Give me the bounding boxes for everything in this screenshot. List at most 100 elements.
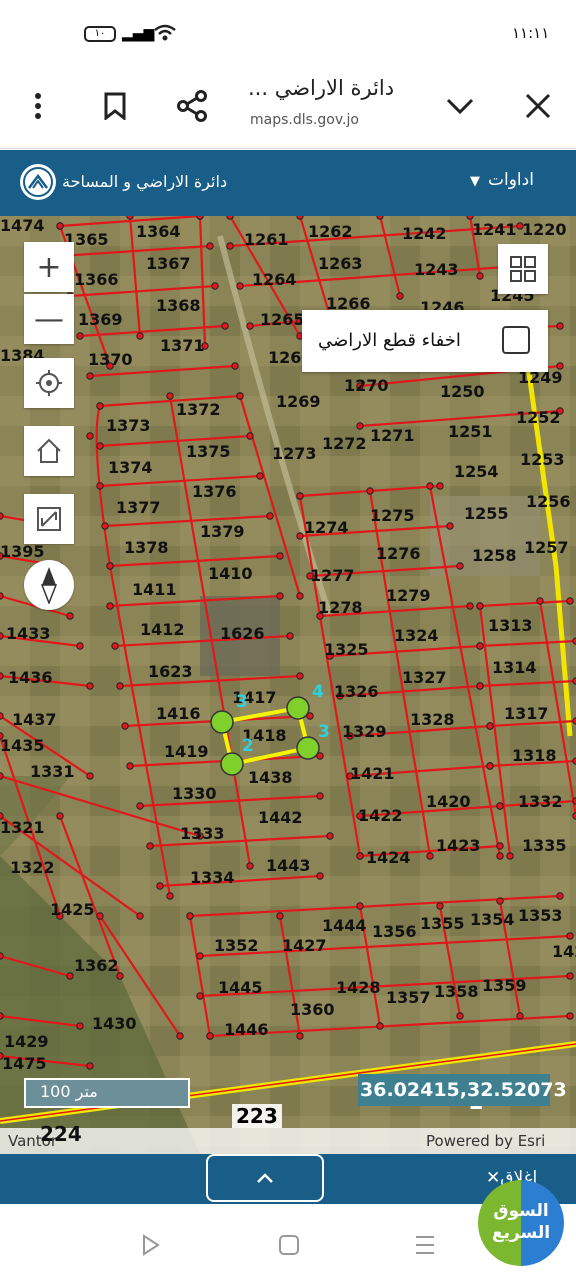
parcel-label[interactable]: 1360 [290, 1000, 335, 1019]
parcel-label[interactable]: 1357 [386, 988, 431, 1007]
parcel-label[interactable]: 1437 [12, 710, 57, 729]
parcel-label[interactable]: 1358 [434, 982, 479, 1001]
parcel-label[interactable]: 1354 [470, 910, 515, 929]
parcel-label[interactable]: 1366 [74, 270, 119, 289]
parcel-label[interactable]: 1334 [190, 868, 235, 887]
parcel-label[interactable]: 1368 [156, 296, 201, 315]
parcel-label[interactable]: 1442 [258, 808, 303, 827]
parcel-label[interactable]: 1436 [8, 668, 53, 687]
close-icon[interactable] [520, 88, 556, 124]
parcel-label[interactable]: 1242 [402, 224, 447, 243]
parcel-label[interactable]: 1257 [524, 538, 569, 557]
back-nav-icon[interactable] [140, 1234, 162, 1260]
parcel-label[interactable]: 1443 [266, 856, 311, 875]
parcel-label[interactable]: 1243 [414, 260, 459, 279]
parcel-label[interactable]: 1359 [482, 976, 527, 995]
parcel-label[interactable]: 1377 [116, 498, 161, 517]
parcel-label[interactable]: 1258 [472, 546, 517, 565]
parcel-label[interactable]: 1430 [92, 1014, 137, 1033]
parcel-label[interactable]: 1378 [124, 538, 169, 557]
parcel-label[interactable]: 1421 [350, 764, 395, 783]
parcel-label[interactable]: 1276 [376, 544, 421, 563]
more-options-icon[interactable] [20, 88, 56, 124]
parcel-label[interactable]: 1255 [464, 504, 509, 523]
parcel-label[interactable]: 1352 [214, 936, 259, 955]
parcel-label[interactable]: 1364 [136, 222, 181, 241]
parcel-label[interactable]: 1250 [440, 382, 485, 401]
parcel-label[interactable]: 1322 [10, 858, 55, 877]
attribution-right[interactable]: Powered by Esri [426, 1132, 545, 1150]
parcel-label[interactable]: 1426 [552, 942, 576, 961]
parcel-label[interactable]: 1279 [386, 586, 431, 605]
parcel-label[interactable]: 1335 [522, 836, 567, 855]
parcel-label[interactable]: 1263 [318, 254, 363, 273]
parcel-label[interactable]: 1261 [244, 230, 289, 249]
parcel-label[interactable]: 1275 [370, 506, 415, 525]
parcel-label[interactable]: 1253 [520, 450, 565, 469]
parcel-label[interactable]: 1313 [488, 616, 533, 635]
parcel-label[interactable]: 1272 [322, 434, 367, 453]
parcel-label[interactable]: 1371 [160, 336, 205, 355]
parcel-label[interactable]: 1353 [518, 906, 563, 925]
parcel-label[interactable]: 1314 [492, 658, 537, 677]
locate-button[interactable] [24, 358, 74, 408]
parcel-label[interactable]: 1427 [282, 936, 327, 955]
parcel-label[interactable]: 1264 [252, 270, 297, 289]
parcel-label[interactable]: 1428 [336, 978, 381, 997]
parcel-label[interactable]: 1435 [0, 736, 45, 755]
parcel-label[interactable]: 1241 [472, 220, 517, 239]
basemap-gallery-button[interactable] [498, 244, 548, 294]
parcel-label[interactable]: 1273 [272, 444, 317, 463]
parcel-label[interactable]: 1375 [186, 442, 231, 461]
expand-panel-button[interactable] [206, 1154, 324, 1202]
map-view[interactable]: 1365 1364 1261 1262 1242 1241 1220 1366 1367 1264… [0, 216, 576, 1154]
parcel-label[interactable]: 1330 [172, 784, 217, 803]
parcel-label[interactable]: 1317 [504, 704, 549, 723]
parcel-label[interactable]: 1423 [436, 836, 481, 855]
parcel-label[interactable]: 1355 [420, 914, 465, 933]
parcel-label[interactable]: 1369 [78, 310, 123, 329]
parcel-label[interactable]: 1429 [4, 1032, 49, 1051]
chevron-down-icon[interactable] [442, 88, 478, 124]
parcel-label[interactable]: 1370 [88, 350, 133, 369]
share-icon[interactable] [174, 88, 210, 124]
parcel-label[interactable]: 1362 [74, 956, 119, 975]
parcel-label[interactable]: 1367 [146, 254, 191, 273]
parcel-label[interactable]: 1411 [132, 580, 177, 599]
parcel-label[interactable]: 1321 [0, 818, 45, 837]
parcel-label[interactable]: 1425 [50, 900, 95, 919]
parcel-label[interactable]: 1262 [308, 222, 353, 241]
parcel-label[interactable]: 1412 [140, 620, 185, 639]
parcel-label[interactable]: 1410 [208, 564, 253, 583]
parcel-label[interactable]: 1331 [30, 762, 75, 781]
parcel-label[interactable]: 1372 [176, 400, 221, 419]
parcel-label[interactable]: 1475 [2, 1054, 47, 1073]
parcel-label[interactable]: 1324 [394, 626, 439, 645]
parcel-label[interactable]: 1278 [318, 598, 363, 617]
bookmark-icon[interactable] [97, 88, 133, 124]
recents-nav-icon[interactable] [414, 1234, 436, 1260]
parcel-label[interactable]: 1420 [426, 792, 471, 811]
parcel-label[interactable]: 1274 [304, 518, 349, 537]
parcel-label[interactable]: 1333 [180, 824, 225, 843]
parcel-label[interactable]: 1327 [402, 668, 447, 687]
parcel-label[interactable]: 1326 [334, 682, 379, 701]
selection-vertex[interactable] [220, 752, 244, 776]
parcel-label[interactable]: 1325 [324, 640, 369, 659]
zoom-in-button[interactable]: + [24, 242, 74, 292]
parcel-label[interactable]: 1379 [200, 522, 245, 541]
compass-button[interactable] [24, 560, 74, 610]
parcel-label[interactable]: 1416 [156, 704, 201, 723]
parcel-label[interactable]: 1328 [410, 710, 455, 729]
zoom-out-button[interactable]: — [24, 294, 74, 344]
parcel-label[interactable]: 1356 [372, 922, 417, 941]
parcel-label[interactable]: 1270 [344, 376, 389, 395]
parcel-label[interactable]: 1374 [108, 458, 153, 477]
parcel-label[interactable]: 1254 [454, 462, 499, 481]
parcel-label[interactable]: 1433 [6, 624, 51, 643]
parcel-label[interactable]: 1623 [148, 662, 193, 681]
parcel-label[interactable]: 1271 [370, 426, 415, 445]
parcel-label[interactable]: 1220 [522, 220, 567, 239]
selection-vertex[interactable] [286, 696, 310, 720]
home-button[interactable] [24, 426, 74, 476]
